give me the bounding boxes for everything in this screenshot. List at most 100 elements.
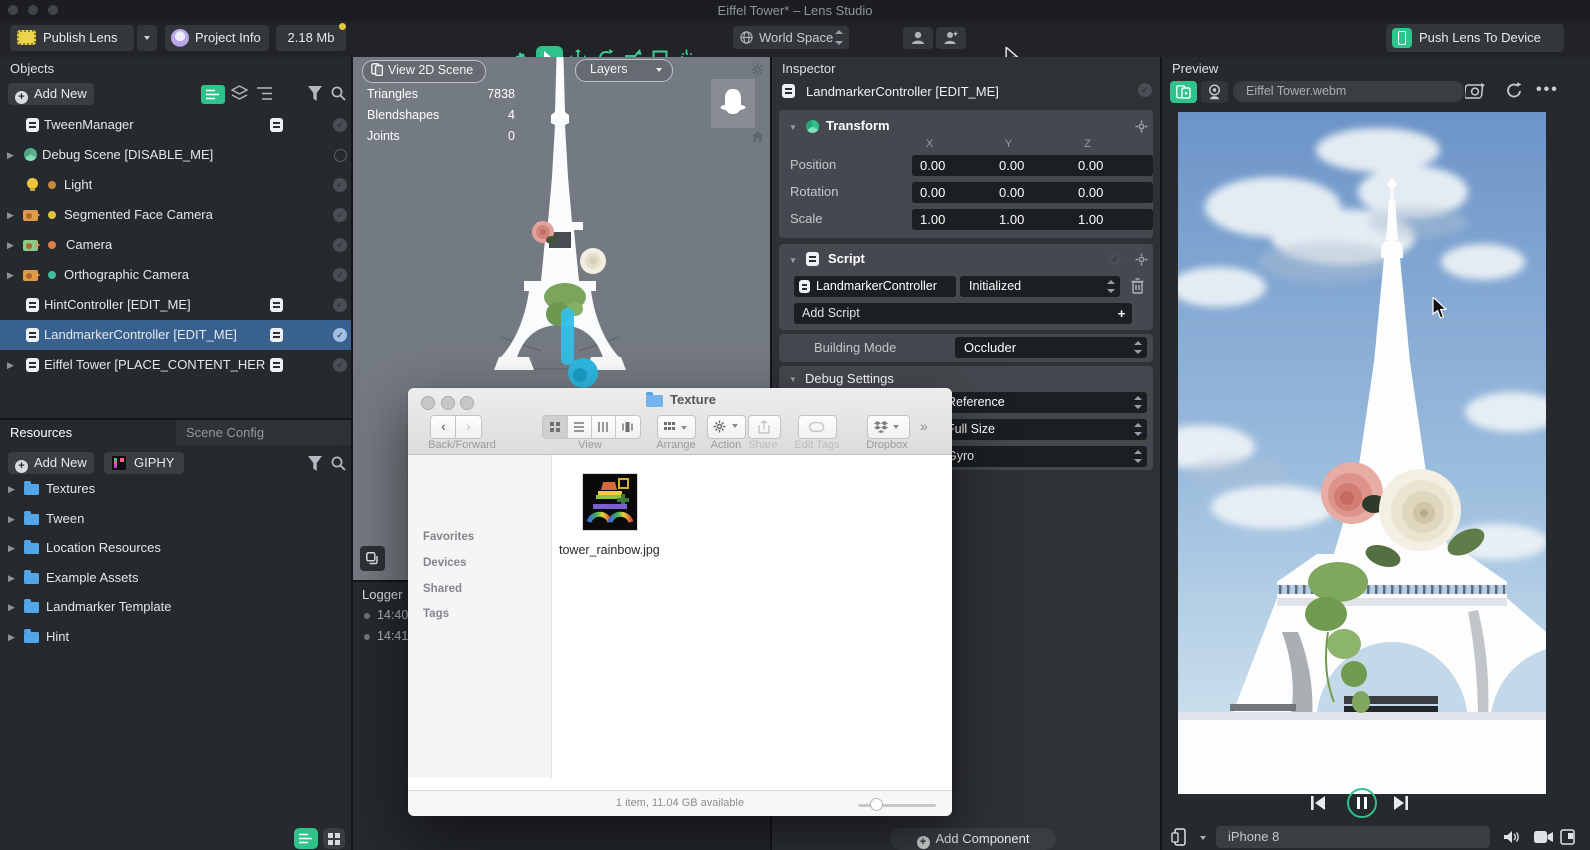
enabled-checkbox[interactable] [333,298,347,312]
collapse-icon[interactable] [789,375,797,384]
resource-folder-hint[interactable]: Hint [0,622,351,652]
enabled-checkbox[interactable] [333,208,347,222]
tree-row-debug-scene[interactable]: Debug Scene [DISABLE_ME] [0,140,351,170]
skip-end-button[interactable] [1393,796,1409,810]
enabled-checkbox[interactable] [333,118,347,132]
device-field[interactable]: iPhone 8 [1216,826,1490,848]
sidebar-section-favorites[interactable]: Favorites [423,531,474,543]
viewport-duplicate-button[interactable] [360,546,385,571]
resource-folder-textures[interactable]: Textures [0,474,351,504]
preview-render-eiffel-tower[interactable] [1178,112,1546,794]
finder-window[interactable]: Texture ‹ › Back/Forward View [408,388,952,815]
debug-reference-dropdown[interactable]: Reference [937,392,1147,413]
expander-icon[interactable] [7,350,14,380]
finder-close-icon[interactable] [421,396,435,410]
tree-row-segmented-face-camera[interactable]: Segmented Face Camera [0,200,351,230]
tree-row-light[interactable]: Light [0,170,351,200]
enabled-checkbox[interactable] [1138,83,1152,97]
pause-button[interactable] [1347,788,1377,818]
enabled-checkbox[interactable] [333,178,347,192]
expander-icon[interactable] [8,592,15,622]
webcam-mode-button[interactable] [1201,81,1228,103]
tab-scene-config[interactable]: Scene Config [186,420,264,445]
coverflow-view-segment[interactable] [615,416,639,438]
tree-row-hintcontroller[interactable]: HintController [EDIT_ME] [0,290,351,320]
slider-knob[interactable] [870,798,883,811]
forward-button[interactable]: › [455,415,482,439]
resource-folder-location-resources[interactable]: Location Resources [0,533,351,563]
toolbar-overflow-icon[interactable]: » [920,418,928,434]
giphy-button[interactable]: GIPHY [104,452,184,474]
snapcode-ghost-tile[interactable] [711,79,755,128]
preview-more-icon[interactable]: ••• [1536,81,1559,99]
scale-x-input[interactable]: 1.00 [912,209,995,230]
tree-row-landmarkercontroller-selected[interactable]: LandmarkerController [EDIT_ME] [0,320,351,350]
finder-content[interactable]: tower_rainbow.jpg [552,455,952,778]
tree-row-camera[interactable]: Camera [0,230,351,260]
enabled-checkbox[interactable] [333,328,347,342]
expander-icon[interactable] [8,533,15,563]
filter-icon[interactable] [308,456,322,471]
sidebar-section-tags[interactable]: Tags [423,608,449,620]
enabled-checkbox[interactable] [333,268,347,282]
list-view-segment[interactable] [567,416,592,438]
tree-view-icon[interactable] [256,85,273,102]
position-y-input[interactable]: 0.00 [991,155,1074,176]
resource-folder-landmarker-template[interactable]: Landmarker Template [0,592,351,622]
resources-list-view-button-active[interactable] [294,828,318,849]
file-name-label[interactable]: tower_rainbow.jpg [559,543,659,557]
rotation-x-input[interactable]: 0.00 [912,182,995,203]
expander-icon[interactable] [8,474,15,504]
show-body-toggle-button[interactable] [936,27,966,49]
finder-minimize-icon[interactable] [441,396,455,410]
device-screenshot-icon[interactable] [1560,829,1575,845]
resources-add-new-button[interactable]: +Add New [8,452,94,474]
show-face-toggle-button[interactable] [903,27,933,49]
chevron-down-icon[interactable] [1200,836,1206,840]
arrange-button[interactable] [657,415,696,439]
building-mode-dropdown[interactable]: Occluder [955,337,1147,358]
action-button[interactable] [707,415,746,439]
file-thumbnail[interactable] [582,473,638,531]
script-reference-chip[interactable]: LandmarkerController [794,276,956,297]
expander-icon[interactable] [7,230,14,260]
project-info-button[interactable]: Project Info [165,25,269,51]
icon-view-segment-active[interactable] [543,416,568,438]
column-view-segment[interactable] [591,416,616,438]
collapse-icon[interactable] [789,256,797,265]
enabled-checkbox[interactable] [333,358,347,372]
position-z-input[interactable]: 0.00 [1070,155,1153,176]
view-2d-scene-button[interactable]: View 2D Scene [362,60,486,83]
enabled-checkbox[interactable] [334,149,347,162]
device-select-button[interactable] [1167,826,1197,848]
gear-icon[interactable] [1135,120,1148,133]
collapse-icon[interactable] [789,123,797,132]
layers-view-icon[interactable] [231,85,248,102]
script-state-dropdown[interactable]: Initialized [960,276,1120,297]
audio-icon[interactable] [1504,830,1519,844]
viewport-gear-icon[interactable] [751,63,764,76]
scale-z-input[interactable]: 1.00 [1070,209,1153,230]
layers-dropdown[interactable]: Layers [575,59,673,82]
debug-full-size-dropdown[interactable]: Full Size [937,419,1147,440]
preview-source-field[interactable]: Eiffel Tower.webm [1233,81,1464,102]
search-icon[interactable] [331,86,346,101]
rotation-y-input[interactable]: 0.00 [991,182,1074,203]
reset-preview-icon[interactable] [1505,82,1523,100]
tree-row-tweenmanager[interactable]: TweenManager [0,110,351,140]
enabled-checkbox[interactable] [333,238,347,252]
sidebar-section-shared[interactable]: Shared [423,583,462,595]
list-view-toggle-active[interactable] [201,85,225,104]
push-lens-to-device-button[interactable]: Push Lens To Device [1386,24,1564,52]
back-button[interactable]: ‹ [430,415,457,439]
preview-device-mode-button-active[interactable] [1170,81,1197,103]
tree-row-orthographic-camera[interactable]: Orthographic Camera [0,260,351,290]
view-switcher[interactable] [542,415,641,439]
publish-options-button[interactable] [137,25,157,51]
skip-start-button[interactable] [1310,796,1326,810]
viewport-home-icon[interactable] [751,130,764,143]
sidebar-section-devices[interactable]: Devices [423,557,466,569]
filter-icon[interactable] [308,86,322,101]
enabled-checkbox[interactable] [1108,252,1121,265]
expander-icon[interactable] [7,200,14,230]
